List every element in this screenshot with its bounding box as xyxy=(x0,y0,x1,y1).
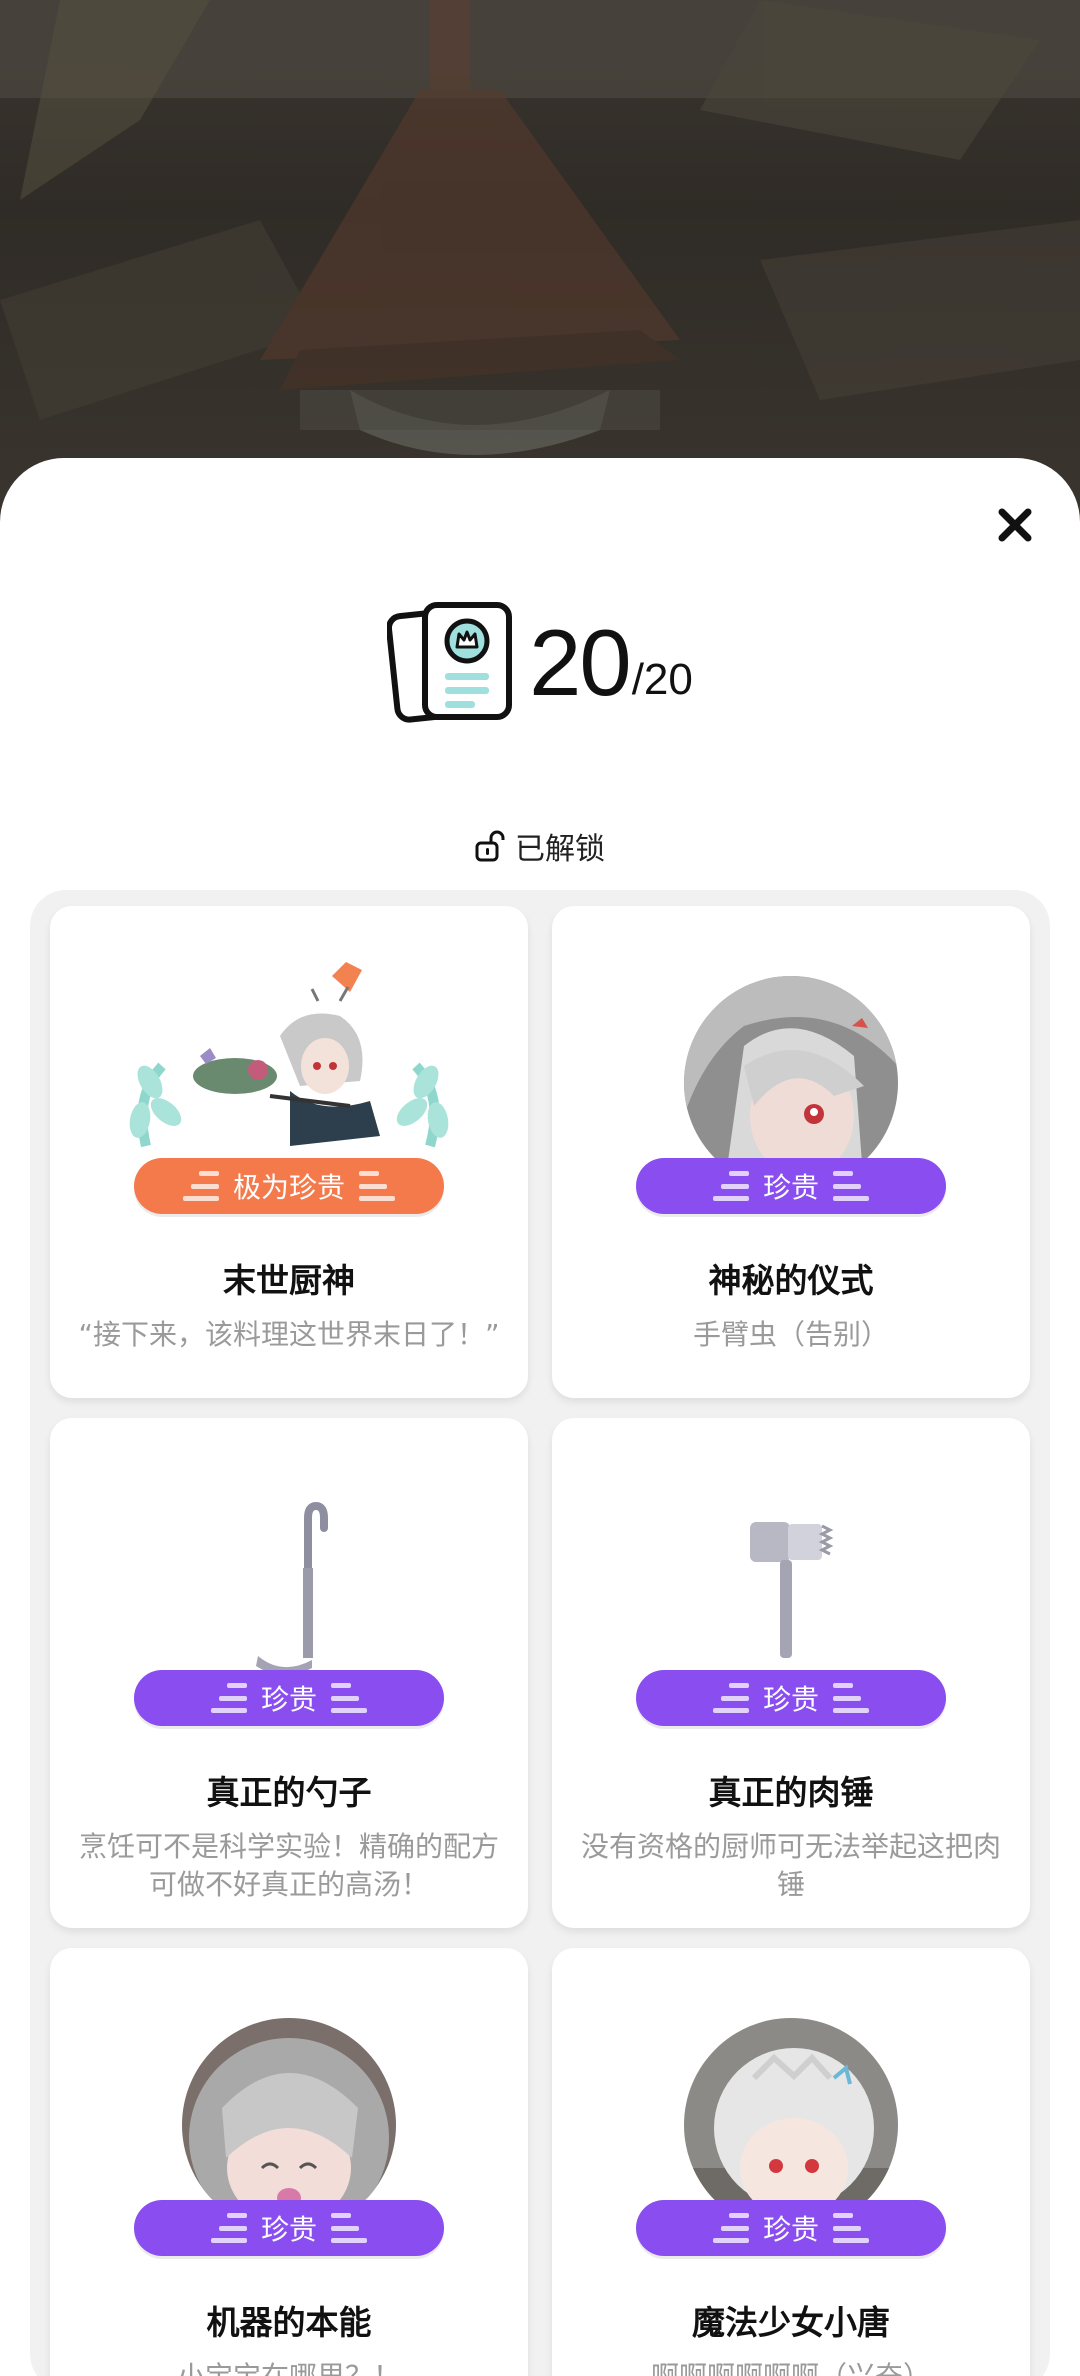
collection-card[interactable]: 极为珍贵 末世厨神 “接下来，该料理这世界末日了！” xyxy=(50,906,528,1398)
collection-card[interactable]: 珍贵 魔法少女小唐 啊啊啊啊啊啊（兴奋） xyxy=(552,1948,1030,2376)
collection-card-icon xyxy=(387,602,513,723)
collection-card[interactable]: 珍贵 真正的勺子 烹饪可不是科学实验！精确的配方可做不好真正的高汤！ xyxy=(50,1418,528,1928)
badge-decoration-right xyxy=(833,2213,869,2243)
unlocked-count: 20 xyxy=(529,610,632,715)
close-icon xyxy=(998,508,1032,542)
rarity-label: 珍贵 xyxy=(762,2213,819,2246)
badge-decoration-left xyxy=(712,2213,749,2243)
badge-decoration-right xyxy=(331,2213,367,2243)
rarity-label: 珍贵 xyxy=(762,1171,819,1204)
card-description: 烹饪可不是科学实验！精确的配方可做不好真正的高汤！ xyxy=(78,1830,499,1901)
rarity-label: 珍贵 xyxy=(260,1683,317,1716)
badge-decoration-left xyxy=(712,1171,749,1201)
unlock-label: 已解锁 xyxy=(515,832,605,867)
background-scene xyxy=(0,0,1080,520)
close-button[interactable] xyxy=(990,500,1040,550)
rarity-badge: 珍贵 xyxy=(636,1670,946,1726)
rarity-badge: 极为珍贵 xyxy=(134,1158,444,1214)
card-title: 真正的勺子 xyxy=(206,1773,372,1812)
collection-card[interactable]: 珍贵 神秘的仪式 手臂虫（告别） xyxy=(552,906,1030,1398)
card-title: 机器的本能 xyxy=(206,2303,372,2342)
rarity-label: 珍贵 xyxy=(762,1683,819,1716)
badge-decoration-left xyxy=(182,1171,219,1201)
collection-card[interactable]: 珍贵 机器的本能 小宝宝在哪里？！ xyxy=(50,1948,528,2376)
card-title: 魔法少女小唐 xyxy=(692,2303,890,2342)
card-description: 啊啊啊啊啊啊（兴奋） xyxy=(578,2358,1004,2376)
badge-decoration-right xyxy=(331,1683,367,1713)
rarity-badge: 珍贵 xyxy=(636,1158,946,1214)
card-title: 末世厨神 xyxy=(223,1261,355,1300)
background-lamp-art xyxy=(0,0,1080,455)
collection-card[interactable]: 珍贵 真正的肉锤 没有资格的厨师可无法举起这把肉锤 xyxy=(552,1418,1030,1928)
badge-decoration-left xyxy=(712,1683,749,1713)
card-description: 没有资格的厨师可无法举起这把肉锤 xyxy=(580,1830,1001,1901)
total-count: /20 xyxy=(631,655,693,704)
card-description: 小宝宝在哪里？！ xyxy=(76,2358,502,2376)
badge-decoration-left xyxy=(210,1683,247,1713)
card-description: 手臂虫（告别） xyxy=(692,1318,889,1351)
rarity-label: 珍贵 xyxy=(260,2213,317,2246)
card-title: 真正的肉锤 xyxy=(708,1773,874,1812)
badge-decoration-right xyxy=(833,1683,869,1713)
unlock-icon xyxy=(475,830,505,862)
card-description: “接下来，该料理这世界末日了！” xyxy=(78,1318,500,1351)
badge-decoration-right xyxy=(359,1171,395,1201)
badge-decoration-right xyxy=(833,1171,869,1201)
rarity-badge: 珍贵 xyxy=(134,1670,444,1726)
collection-progress: 20 /20 xyxy=(0,598,1080,728)
rarity-badge: 珍贵 xyxy=(636,2200,946,2256)
rarity-label: 极为珍贵 xyxy=(232,1171,345,1204)
card-title: 神秘的仪式 xyxy=(708,1261,874,1300)
rarity-badge: 珍贵 xyxy=(134,2200,444,2256)
badge-decoration-left xyxy=(210,2213,247,2243)
unlock-filter[interactable]: 已解锁 xyxy=(0,822,1080,870)
